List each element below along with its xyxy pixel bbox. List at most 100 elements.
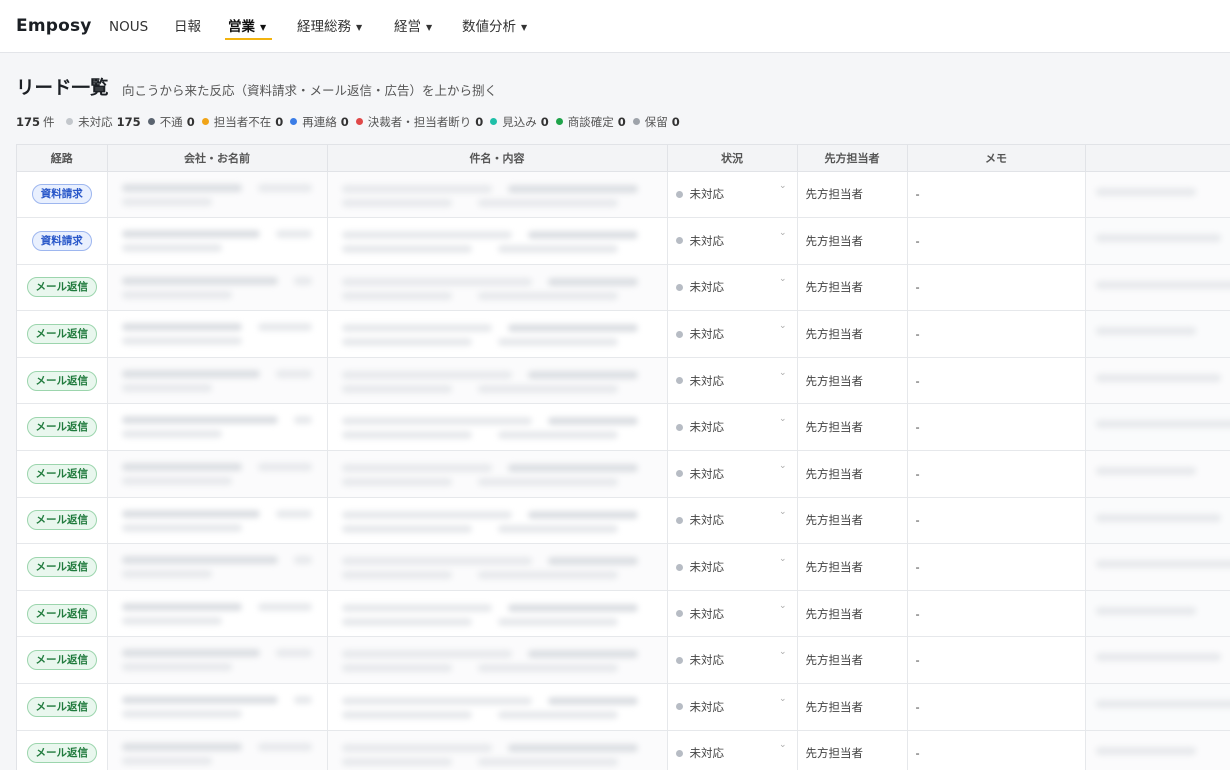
source-tag[interactable]: メール返信 bbox=[26, 463, 97, 484]
status-select[interactable]: 未対応 ⌄ bbox=[667, 730, 798, 770]
subject-cell-redacted[interactable] bbox=[327, 636, 668, 685]
memo-field[interactable]: - bbox=[907, 683, 1086, 731]
status-select[interactable]: 未対応 ⌄ bbox=[667, 217, 798, 265]
column-header-memo[interactable]: メモ bbox=[907, 145, 1086, 172]
column-header-status[interactable]: 状況 bbox=[667, 145, 798, 172]
company-name-cell-redacted[interactable] bbox=[107, 683, 328, 731]
nav-item-nippo[interactable]: 日報 bbox=[174, 18, 201, 36]
subject-cell-redacted[interactable] bbox=[327, 497, 668, 545]
source-tag[interactable]: メール返信 bbox=[26, 603, 97, 624]
lead-table-container[interactable]: 経路 会社・お名前 件名・内容 状況 先方担当者 メモ 資料請求 未対応 ⌄ 先方担当… bbox=[16, 144, 1230, 770]
column-header-contact-person[interactable]: 先方担当者 bbox=[797, 145, 908, 172]
source-tag[interactable]: メール返信 bbox=[26, 557, 97, 578]
nav-item-eigyo[interactable]: 営業 ▼ bbox=[228, 18, 266, 38]
subject-cell-redacted[interactable] bbox=[327, 683, 668, 731]
memo-field[interactable]: - bbox=[907, 590, 1086, 638]
status-select[interactable]: 未対応 ⌄ bbox=[667, 310, 798, 358]
subject-cell-redacted[interactable] bbox=[327, 217, 668, 265]
table-row[interactable]: メール返信 未対応 ⌄ 先方担当者 - bbox=[17, 636, 1230, 685]
company-name-cell-redacted[interactable] bbox=[107, 730, 328, 770]
status-select[interactable]: 未対応 ⌄ bbox=[667, 497, 798, 545]
status-select[interactable]: 未対応 ⌄ bbox=[667, 636, 798, 685]
status-select[interactable]: 未対応 ⌄ bbox=[667, 450, 798, 498]
contact-person-field[interactable]: 先方担当者 bbox=[797, 264, 908, 312]
contact-person-field[interactable]: 先方担当者 bbox=[797, 403, 908, 452]
contact-person-field[interactable]: 先方担当者 bbox=[797, 450, 908, 498]
nav-item-keiei[interactable]: 経営 ▼ bbox=[394, 18, 432, 38]
source-tag[interactable]: 資料請求 bbox=[31, 184, 92, 205]
source-tag[interactable]: メール返信 bbox=[26, 743, 97, 764]
subject-cell-redacted[interactable] bbox=[327, 264, 668, 312]
subject-cell-redacted[interactable] bbox=[327, 310, 668, 358]
status-select[interactable]: 未対応 ⌄ bbox=[667, 683, 798, 731]
company-name-cell-redacted[interactable] bbox=[107, 543, 328, 591]
subject-cell-redacted[interactable] bbox=[327, 543, 668, 591]
source-tag[interactable]: メール返信 bbox=[26, 650, 97, 671]
app-logo[interactable]: Emposy bbox=[16, 16, 92, 36]
subject-cell-redacted[interactable] bbox=[327, 590, 668, 638]
table-row[interactable]: メール返信 未対応 ⌄ 先方担当者 - bbox=[17, 450, 1230, 498]
table-row[interactable]: 資料請求 未対応 ⌄ 先方担当者 - bbox=[17, 217, 1230, 265]
contact-person-field[interactable]: 先方担当者 bbox=[797, 636, 908, 685]
subject-cell-redacted[interactable] bbox=[327, 403, 668, 452]
memo-field[interactable]: - bbox=[907, 357, 1086, 405]
table-row[interactable]: メール返信 未対応 ⌄ 先方担当者 - bbox=[17, 730, 1230, 770]
source-tag[interactable]: メール返信 bbox=[26, 510, 97, 531]
company-name-cell-redacted[interactable] bbox=[107, 403, 328, 452]
column-header-company[interactable]: 会社・お名前 bbox=[107, 145, 328, 172]
table-row[interactable]: 資料請求 未対応 ⌄ 先方担当者 - bbox=[17, 171, 1230, 219]
company-name-cell-redacted[interactable] bbox=[107, 357, 328, 405]
memo-field[interactable]: - bbox=[907, 730, 1086, 770]
memo-field[interactable]: - bbox=[907, 636, 1086, 685]
source-tag[interactable]: メール返信 bbox=[26, 324, 97, 345]
contact-person-field[interactable]: 先方担当者 bbox=[797, 497, 908, 545]
contact-person-field[interactable]: 先方担当者 bbox=[797, 357, 908, 405]
company-name-cell-redacted[interactable] bbox=[107, 450, 328, 498]
company-name-cell-redacted[interactable] bbox=[107, 497, 328, 545]
source-tag[interactable]: メール返信 bbox=[26, 370, 97, 391]
company-name-cell-redacted[interactable] bbox=[107, 636, 328, 685]
nav-item-keiri-somu[interactable]: 経理総務 ▼ bbox=[297, 18, 362, 38]
contact-person-field[interactable]: 先方担当者 bbox=[797, 217, 908, 265]
memo-field[interactable]: - bbox=[907, 497, 1086, 545]
contact-person-field[interactable]: 先方担当者 bbox=[797, 730, 908, 770]
status-select[interactable]: 未対応 ⌄ bbox=[667, 357, 798, 405]
contact-person-field[interactable]: 先方担当者 bbox=[797, 543, 908, 591]
source-tag[interactable]: メール返信 bbox=[26, 696, 97, 717]
company-name-cell-redacted[interactable] bbox=[107, 590, 328, 638]
contact-person-field[interactable]: 先方担当者 bbox=[797, 171, 908, 219]
column-header-source[interactable]: 経路 bbox=[17, 145, 108, 172]
company-name-cell-redacted[interactable] bbox=[107, 264, 328, 312]
contact-person-field[interactable]: 先方担当者 bbox=[797, 590, 908, 638]
table-row[interactable]: メール返信 未対応 ⌄ 先方担当者 - bbox=[17, 403, 1230, 452]
subject-cell-redacted[interactable] bbox=[327, 730, 668, 770]
subject-cell-redacted[interactable] bbox=[327, 357, 668, 405]
table-row[interactable]: メール返信 未対応 ⌄ 先方担当者 - bbox=[17, 683, 1230, 731]
memo-field[interactable]: - bbox=[907, 543, 1086, 591]
memo-field[interactable]: - bbox=[907, 450, 1086, 498]
subject-cell-redacted[interactable] bbox=[327, 171, 668, 219]
nav-item-suchi-bunseki[interactable]: 数値分析 ▼ bbox=[462, 18, 527, 38]
source-tag[interactable]: 資料請求 bbox=[31, 230, 92, 251]
status-select[interactable]: 未対応 ⌄ bbox=[667, 264, 798, 312]
memo-field[interactable]: - bbox=[907, 217, 1086, 265]
table-row[interactable]: メール返信 未対応 ⌄ 先方担当者 - bbox=[17, 543, 1230, 591]
subject-cell-redacted[interactable] bbox=[327, 450, 668, 498]
company-name-cell-redacted[interactable] bbox=[107, 217, 328, 265]
status-select[interactable]: 未対応 ⌄ bbox=[667, 403, 798, 452]
status-select[interactable]: 未対応 ⌄ bbox=[667, 543, 798, 591]
table-row[interactable]: メール返信 未対応 ⌄ 先方担当者 - bbox=[17, 310, 1230, 358]
table-row[interactable]: メール返信 未対応 ⌄ 先方担当者 - bbox=[17, 264, 1230, 312]
source-tag[interactable]: メール返信 bbox=[26, 417, 97, 438]
table-row[interactable]: メール返信 未対応 ⌄ 先方担当者 - bbox=[17, 357, 1230, 405]
table-row[interactable]: メール返信 未対応 ⌄ 先方担当者 - bbox=[17, 497, 1230, 545]
source-tag[interactable]: メール返信 bbox=[26, 277, 97, 298]
company-name-cell-redacted[interactable] bbox=[107, 171, 328, 219]
memo-field[interactable]: - bbox=[907, 264, 1086, 312]
memo-field[interactable]: - bbox=[907, 171, 1086, 219]
memo-field[interactable]: - bbox=[907, 403, 1086, 452]
status-select[interactable]: 未対応 ⌄ bbox=[667, 590, 798, 638]
status-select[interactable]: 未対応 ⌄ bbox=[667, 171, 798, 219]
company-name-cell-redacted[interactable] bbox=[107, 310, 328, 358]
table-row[interactable]: メール返信 未対応 ⌄ 先方担当者 - bbox=[17, 590, 1230, 638]
